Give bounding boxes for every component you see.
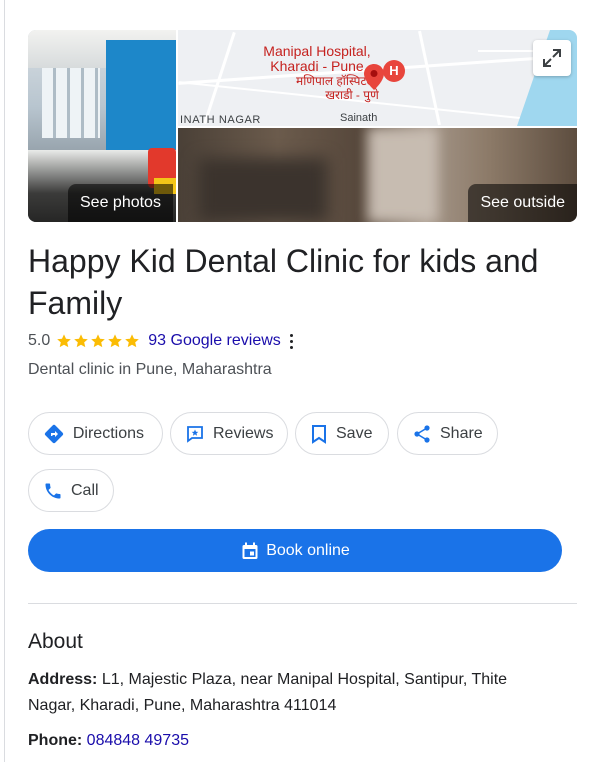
directions-button[interactable]: Directions [28,412,163,455]
share-icon [412,423,432,445]
phone-number-link[interactable]: 084848 49735 [87,732,189,749]
book-online-label: Book online [266,541,350,559]
panel-left-border [4,0,5,762]
photo-strip: See photos Manipal Hospital, Kharadi - P… [28,30,577,222]
star-icon [108,334,123,348]
bookmark-icon [310,423,328,445]
map-pin-icon [364,64,384,90]
see-photos-button[interactable]: See photos [68,184,173,222]
address-label: Address: [28,671,98,688]
share-button[interactable]: Share [397,412,498,455]
directions-label: Directions [72,424,144,442]
expand-icon[interactable] [533,40,571,76]
rating-row: 5.0 93 Google reviews [28,331,295,351]
address-row: Address: L1, Majestic Plaza, near Manipa… [28,667,558,719]
book-online-button[interactable]: Book online [28,529,562,572]
map-area-label: INATH NAGAR [180,114,261,126]
star-icon [125,334,140,348]
call-button[interactable]: Call [28,469,114,512]
hospital-icon: H [383,60,405,82]
phone-row: Phone: 084848 49735 [28,729,189,753]
address-value: L1, Majestic Plaza, near Manipal Hospita… [28,671,508,714]
calendar-icon [240,541,260,561]
reviews-icon [185,423,205,445]
section-divider [28,603,577,604]
phone-icon [43,480,63,502]
map-place-label: Manipal Hospital, [263,43,371,59]
business-name: Happy Kid Dental Clinic for kids and Fam… [28,243,539,321]
map-area-label: Sainath [340,112,378,124]
see-outside-button[interactable]: See outside [468,184,577,222]
save-button[interactable]: Save [295,412,389,455]
rating-value: 5.0 [28,332,51,349]
star-icon [57,334,72,348]
more-vert-icon[interactable] [289,332,295,350]
star-icon [74,334,89,348]
reviews-label: Reviews [213,424,274,442]
photo-outside[interactable]: See outside [178,128,577,222]
directions-icon [43,423,65,445]
google-reviews-link[interactable]: 93 Google reviews [148,332,281,350]
phone-label: Phone: [28,732,83,749]
share-label: Share [440,424,483,442]
star-icon [91,334,106,348]
about-heading: About [28,630,83,653]
save-label: Save [336,424,373,442]
call-label: Call [71,481,99,499]
reviews-button[interactable]: Reviews [170,412,288,455]
photo-interior[interactable]: See photos [28,30,176,222]
map-place-label-hindi: खराडी - पुणे [325,88,379,102]
map-thumbnail[interactable]: Manipal Hospital, Kharadi - Pune मणिपाल … [178,30,577,126]
star-rating [56,333,141,349]
business-category: Dental clinic in Pune, Maharashtra [28,361,272,378]
